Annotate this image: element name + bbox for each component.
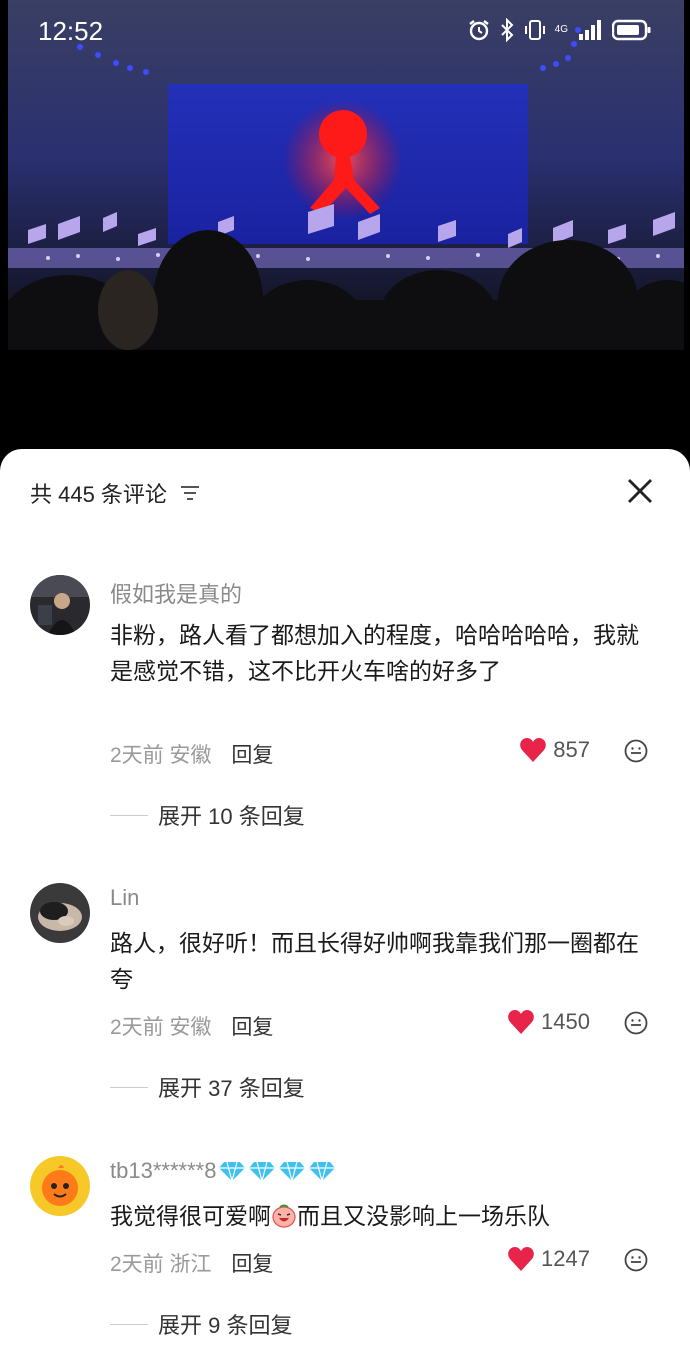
- close-icon[interactable]: [626, 477, 654, 505]
- comment-text: 路人，很好听！而且长得好帅啊我靠我们那一圈都在夸: [110, 930, 639, 992]
- like-button[interactable]: 1450: [507, 1009, 590, 1035]
- comment-count: 共 445 条评论: [30, 482, 167, 507]
- avatar[interactable]: [30, 1156, 90, 1216]
- reply-button[interactable]: 回复: [231, 744, 273, 767]
- comment-meta: 2天前 安徽 回复: [110, 1011, 273, 1041]
- divider-line: [110, 1323, 148, 1325]
- reply-button[interactable]: 回复: [231, 1253, 273, 1276]
- laughing-emoji-icon: [272, 1204, 296, 1228]
- sheet-header: 共 445 条评论: [30, 477, 201, 509]
- username[interactable]: 假如我是真的: [110, 577, 242, 609]
- avatar[interactable]: [30, 883, 90, 943]
- comment-time: 2天前: [110, 1253, 164, 1276]
- diamond-icon: [309, 1161, 336, 1182]
- comment-sheet: 共 445 条评论 假如我是真的 非粉，路人看了都想加入的程度，哈哈哈哈哈，我就…: [0, 449, 690, 1362]
- comment-meta: 2天前 安徽 回复: [110, 739, 273, 769]
- bluetooth-icon: [500, 18, 514, 42]
- avatar[interactable]: [30, 575, 90, 635]
- expand-replies-label: 展开 10 条回复: [158, 804, 305, 829]
- emoji-react-icon[interactable]: [624, 739, 648, 763]
- comment-text-part: 而且又没影响上一场乐队: [297, 1203, 550, 1229]
- expand-replies-button[interactable]: 展开 10 条回复: [110, 799, 305, 831]
- emoji-react-icon[interactable]: [624, 1011, 648, 1035]
- comment-text: 我觉得很可爱啊 而且又没影响上一场乐队: [110, 1198, 655, 1234]
- like-count: 1247: [541, 1246, 590, 1271]
- expand-replies-label: 展开 37 条回复: [158, 1076, 305, 1101]
- divider-line: [110, 814, 148, 816]
- diamond-icon: [279, 1161, 306, 1182]
- username-row[interactable]: tb13******8: [110, 1158, 336, 1184]
- status-bar: 12:52 4G: [0, 0, 690, 64]
- comment-text-part: 我觉得很可爱啊: [110, 1203, 271, 1229]
- status-icons: 4G: [467, 18, 652, 42]
- comment-location: 浙江: [169, 1253, 212, 1276]
- username[interactable]: Lin: [110, 885, 139, 911]
- comment-location: 安徽: [169, 1016, 212, 1039]
- emoji-react-icon[interactable]: [624, 1248, 648, 1272]
- comment-time: 2天前: [110, 744, 164, 767]
- comment-text: 非粉，路人看了都想加入的程度，哈哈哈哈哈，我就是感觉不错，这不比开火车啥的好多了: [110, 622, 639, 684]
- diamond-icon: [219, 1161, 246, 1182]
- expand-replies-label: 展开 9 条回复: [158, 1313, 293, 1338]
- comment-location: 安徽: [169, 744, 212, 767]
- comment-time: 2天前: [110, 1016, 164, 1039]
- status-time: 12:52: [38, 16, 104, 46]
- comment-meta: 2天前 浙江 回复: [110, 1248, 273, 1278]
- diamond-icon: [249, 1161, 276, 1182]
- signal-icon: [579, 20, 601, 40]
- heart-icon: [508, 1010, 534, 1034]
- expand-replies-button[interactable]: 展开 9 条回复: [110, 1308, 292, 1340]
- divider-line: [110, 1086, 148, 1088]
- expand-replies-button[interactable]: 展开 37 条回复: [110, 1071, 305, 1103]
- like-count: 857: [553, 737, 590, 762]
- like-count: 1450: [541, 1009, 590, 1034]
- sort-icon[interactable]: [179, 484, 201, 502]
- username: tb13******8: [110, 1158, 217, 1183]
- like-button[interactable]: 1247: [507, 1246, 590, 1272]
- heart-icon: [508, 1247, 534, 1271]
- heart-icon: [520, 738, 547, 762]
- reply-button[interactable]: 回复: [231, 1016, 273, 1039]
- like-button[interactable]: 857: [519, 737, 590, 763]
- battery-icon: [612, 19, 651, 41]
- alarm-icon: [468, 20, 489, 41]
- network-type: 4G: [554, 24, 568, 35]
- vibrate-icon: [524, 20, 545, 40]
